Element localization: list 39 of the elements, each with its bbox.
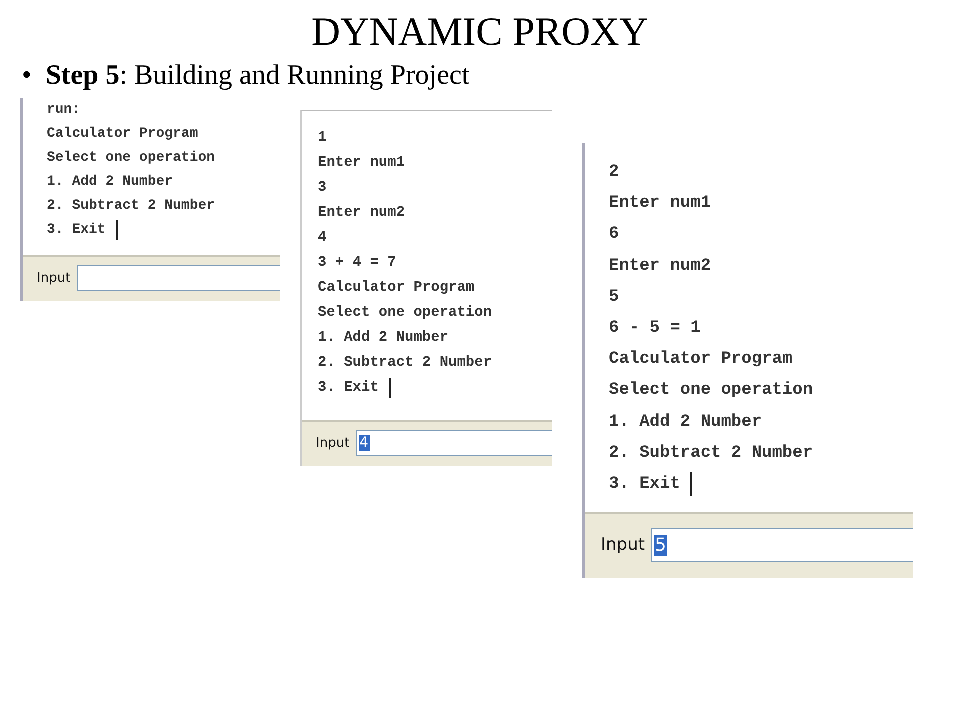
console-line: 3. Exit (318, 380, 379, 396)
console-line: Enter num2 (609, 256, 712, 276)
console-line: 1. Add 2 Number (318, 330, 449, 346)
console-line: 2. Subtract 2 Number (609, 444, 814, 463)
console-line: Enter num2 (318, 204, 406, 220)
input-label: Input (601, 535, 646, 555)
console-line: 4 (318, 230, 327, 246)
console-line: Select one operation (609, 381, 814, 400)
console-line: Calculator Program (318, 280, 475, 296)
input-label: Input (316, 436, 350, 450)
input-field[interactable]: 5 (651, 528, 913, 562)
input-field[interactable] (76, 265, 280, 291)
console-line: Select one operation (47, 150, 216, 166)
console-line: 6 (609, 225, 620, 244)
console-line: Select one operation (318, 304, 492, 320)
console-line: Calculator Program (609, 350, 793, 370)
console-line: 3 + 4 = 7 (318, 254, 396, 270)
console-line: 3 (318, 180, 327, 196)
console-line: Enter num1 (609, 194, 712, 214)
console-line: 3. Exit (609, 474, 680, 494)
console-line: 1 (318, 130, 327, 146)
console-line: 1. Add 2 Number (609, 412, 762, 432)
input-label: Input (37, 270, 71, 286)
input-field[interactable]: 4 (356, 430, 552, 456)
console-line: 5 (609, 288, 620, 307)
console-line: 2 (609, 163, 620, 182)
console-line: Enter num1 (318, 154, 406, 170)
bullet: • (22, 59, 32, 93)
input-value: 4 (358, 435, 370, 451)
console-line: 2. Subtract 2 Number (47, 198, 216, 214)
console-line: 6 - 5 = 1 (609, 319, 701, 338)
console-line: 3. Exit (47, 222, 106, 238)
bullet-text: Step 5: Building and Running Project (46, 59, 470, 93)
input-value: 5 (654, 534, 668, 556)
console-line: 2. Subtract 2 Number (318, 354, 492, 370)
slide-title: DYNAMIC PROXY (310, 8, 650, 56)
console-line: 1. Add 2 Number (47, 174, 174, 190)
console-line: run: (47, 102, 81, 118)
console-line: Calculator Program (47, 126, 198, 142)
